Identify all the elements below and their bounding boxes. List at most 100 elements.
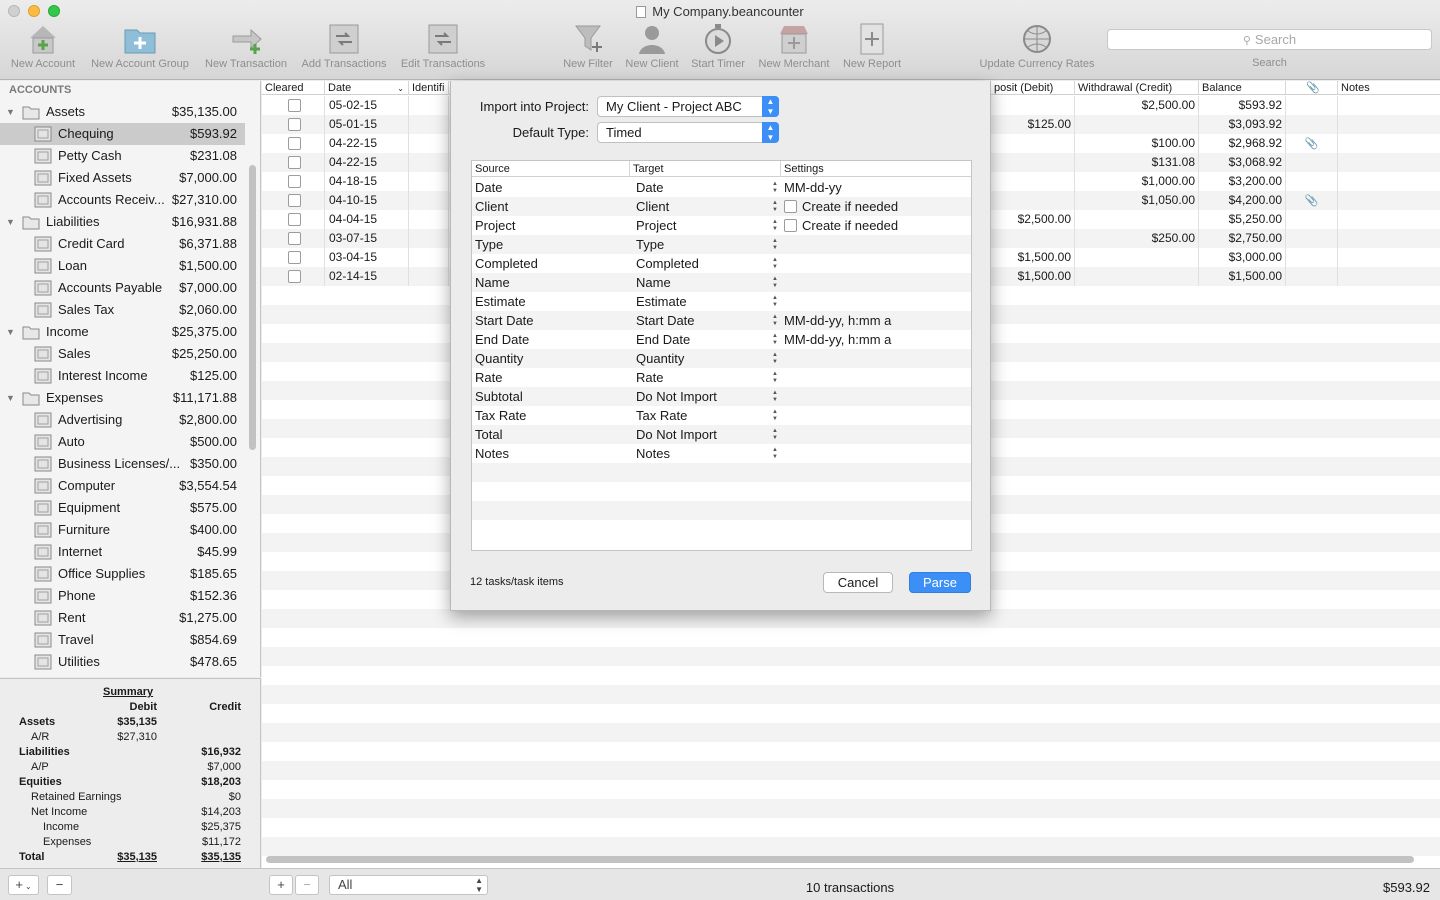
column-withdrawal[interactable]: Withdrawal (Credit)	[1075, 81, 1199, 95]
account-row[interactable]: Utilities $478.65	[0, 651, 245, 673]
disclosure-triangle-icon[interactable]: ▼	[6, 211, 15, 233]
account-group-row[interactable]: ▼ Liabilities $16,931.88	[0, 211, 245, 233]
remove-account-button[interactable]: −	[47, 875, 72, 895]
account-row[interactable]: Travel $854.69	[0, 629, 245, 651]
account-row[interactable]: Fixed Assets $7,000.00	[0, 167, 245, 189]
disclosure-triangle-icon[interactable]: ▼	[6, 387, 15, 409]
account-row[interactable]: Computer $3,554.54	[0, 475, 245, 497]
account-row[interactable]: Equipment $575.00	[0, 497, 245, 519]
cleared-checkbox[interactable]	[288, 194, 301, 207]
account-row[interactable]: Credit Card $6,371.88	[0, 233, 245, 255]
cleared-checkbox[interactable]	[288, 99, 301, 112]
target-popup[interactable]: Do Not Import ▲ ▼	[636, 425, 778, 444]
paperclip-icon[interactable]: 📎	[1305, 138, 1319, 150]
mapping-row[interactable]: Rate Rate ▲ ▼	[472, 368, 971, 387]
parse-button[interactable]: Parse	[909, 572, 971, 593]
account-row[interactable]: Rent $1,275.00	[0, 607, 245, 629]
mapping-row[interactable]: Type Type ▲ ▼	[472, 235, 971, 254]
column-balance[interactable]: Balance	[1199, 81, 1286, 95]
cleared-checkbox[interactable]	[288, 156, 301, 169]
column-cleared[interactable]: Cleared	[262, 81, 325, 95]
account-group-row[interactable]: ▼ Assets $35,135.00	[0, 101, 245, 123]
account-group-row[interactable]: ▼ Income $25,375.00	[0, 321, 245, 343]
account-row[interactable]: Interest Income $125.00	[0, 365, 245, 387]
target-popup[interactable]: Type ▲ ▼	[636, 235, 778, 254]
mapping-row[interactable]: Name Name ▲ ▼	[472, 273, 971, 292]
target-popup[interactable]: Tax Rate ▲ ▼	[636, 406, 778, 425]
add-transactions-button[interactable]: Add Transactions	[296, 22, 392, 70]
new-transaction-button[interactable]: New Transaction	[200, 22, 292, 70]
target-popup[interactable]: Rate ▲ ▼	[636, 368, 778, 387]
cleared-checkbox[interactable]	[288, 175, 301, 188]
target-popup[interactable]: Notes ▲ ▼	[636, 444, 778, 463]
target-popup[interactable]: Estimate ▲ ▼	[636, 292, 778, 311]
cleared-checkbox[interactable]	[288, 213, 301, 226]
cleared-checkbox[interactable]	[288, 251, 301, 264]
update-currency-rates-button[interactable]: Update Currency Rates	[972, 22, 1102, 70]
account-row[interactable]: Sales $25,250.00	[0, 343, 245, 365]
account-group-row[interactable]: ▼ Expenses $11,171.88	[0, 387, 245, 409]
column-deposit[interactable]: posit (Debit)	[991, 81, 1075, 95]
start-timer-button[interactable]: Start Timer	[686, 22, 750, 70]
cleared-checkbox[interactable]	[288, 137, 301, 150]
account-row[interactable]: Petty Cash $231.08	[0, 145, 245, 167]
create-if-needed-option[interactable]: Create if needed	[784, 216, 898, 235]
target-popup[interactable]: Client ▲ ▼	[636, 197, 778, 216]
table-horizontal-scrollbar[interactable]	[266, 856, 1414, 863]
remove-transaction-button[interactable]: −	[295, 875, 319, 895]
mapping-row[interactable]: Quantity Quantity ▲ ▼	[472, 349, 971, 368]
new-account-button[interactable]: New Account	[5, 22, 81, 70]
account-row[interactable]: Loan $1,500.00	[0, 255, 245, 277]
cleared-checkbox[interactable]	[288, 232, 301, 245]
search-input[interactable]: ⚲ Search	[1107, 29, 1432, 50]
add-transaction-button[interactable]: +	[269, 875, 293, 895]
account-row[interactable]: Auto $500.00	[0, 431, 245, 453]
account-row[interactable]: Sales Tax $2,060.00	[0, 299, 245, 321]
sidebar-scrollbar[interactable]	[249, 165, 256, 450]
target-popup[interactable]: Do Not Import ▲ ▼	[636, 387, 778, 406]
create-if-needed-checkbox[interactable]	[784, 200, 797, 213]
account-row[interactable]: Accounts Receiv... $27,310.00	[0, 189, 245, 211]
target-popup[interactable]: End Date ▲ ▼	[636, 330, 778, 349]
account-row[interactable]: Chequing $593.92	[0, 123, 245, 145]
mapping-row[interactable]: Subtotal Do Not Import ▲ ▼	[472, 387, 971, 406]
mapping-row[interactable]: Date Date ▲ ▼ MM-dd-yy	[472, 178, 971, 197]
target-popup[interactable]: Start Date ▲ ▼	[636, 311, 778, 330]
create-if-needed-checkbox[interactable]	[784, 219, 797, 232]
column-date[interactable]: Date ⌄	[325, 81, 409, 95]
column-attachment[interactable]: 📎	[1286, 81, 1338, 95]
create-if-needed-option[interactable]: Create if needed	[784, 197, 898, 216]
account-row[interactable]: Accounts Payable $7,000.00	[0, 277, 245, 299]
target-popup[interactable]: Completed ▲ ▼	[636, 254, 778, 273]
account-row[interactable]: Office Supplies $185.65	[0, 563, 245, 585]
target-popup[interactable]: Date ▲ ▼	[636, 178, 778, 197]
mapping-row[interactable]: Estimate Estimate ▲ ▼	[472, 292, 971, 311]
new-account-group-button[interactable]: New Account Group	[85, 22, 195, 70]
mapping-row[interactable]: Total Do Not Import ▲ ▼	[472, 425, 971, 444]
filter-popup[interactable]: All ▲ ▼	[329, 875, 488, 895]
target-popup[interactable]: Quantity ▲ ▼	[636, 349, 778, 368]
new-merchant-button[interactable]: New Merchant	[754, 22, 834, 70]
mapping-row[interactable]: Client Client ▲ ▼ Create if needed	[472, 197, 971, 216]
edit-transactions-button[interactable]: Edit Transactions	[396, 22, 490, 70]
cleared-checkbox[interactable]	[288, 118, 301, 131]
disclosure-triangle-icon[interactable]: ▼	[6, 321, 15, 343]
target-popup[interactable]: Name ▲ ▼	[636, 273, 778, 292]
new-filter-button[interactable]: New Filter	[558, 22, 618, 70]
paperclip-icon[interactable]: 📎	[1305, 195, 1319, 207]
default-type-popup[interactable]: Timed ▲ ▼	[597, 122, 779, 143]
account-row[interactable]: Furniture $400.00	[0, 519, 245, 541]
account-row[interactable]: Business Licenses/... $350.00	[0, 453, 245, 475]
column-identifier[interactable]: Identifi	[409, 81, 449, 95]
account-row[interactable]: Advertising $2,800.00	[0, 409, 245, 431]
account-row[interactable]: Internet $45.99	[0, 541, 245, 563]
mapping-row[interactable]: End Date End Date ▲ ▼ MM-dd-yy, h:mm a	[472, 330, 971, 349]
cancel-button[interactable]: Cancel	[823, 572, 893, 593]
mapping-row[interactable]: Tax Rate Tax Rate ▲ ▼	[472, 406, 971, 425]
account-row[interactable]: Phone $152.36	[0, 585, 245, 607]
new-client-button[interactable]: New Client	[620, 22, 684, 70]
disclosure-triangle-icon[interactable]: ▼	[6, 101, 15, 123]
cleared-checkbox[interactable]	[288, 270, 301, 283]
mapping-row[interactable]: Start Date Start Date ▲ ▼ MM-dd-yy, h:mm a	[472, 311, 971, 330]
column-notes[interactable]: Notes	[1338, 81, 1440, 95]
